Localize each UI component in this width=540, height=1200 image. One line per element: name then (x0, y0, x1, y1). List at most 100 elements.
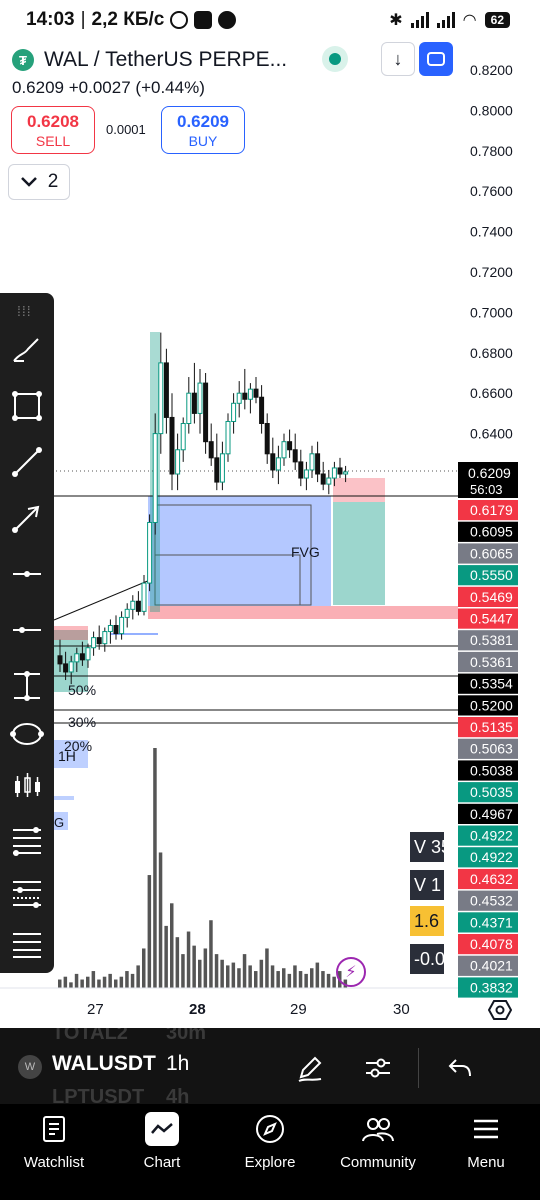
drawing-mode-button[interactable] (290, 1048, 330, 1088)
candle-body (292, 449, 298, 463)
volume-bar (97, 979, 101, 988)
price-tag-label: 0.5035 (470, 784, 513, 800)
volume-bar (226, 965, 230, 988)
last-price: 0.6209 (12, 78, 64, 97)
undo-button[interactable] (440, 1048, 480, 1088)
long-stop-zone[interactable] (333, 478, 385, 502)
sync-button[interactable] (419, 42, 453, 76)
status-separator: | (80, 9, 86, 30)
candle-body (141, 582, 147, 612)
volume-bar (265, 948, 269, 988)
nav-chart[interactable]: Chart (108, 1104, 216, 1200)
candle-body (96, 637, 102, 645)
indicators-collapse-button[interactable]: 2 (8, 164, 70, 200)
volume-bar (86, 976, 90, 988)
drag-handle-icon[interactable]: ⁞⁞⁞ (17, 303, 32, 319)
price-scale-tick: 0.6600 (470, 385, 513, 401)
candle-body (287, 441, 293, 451)
candle-body (225, 420, 231, 455)
indicators-button[interactable] (358, 1048, 398, 1088)
signal-1-icon (410, 12, 429, 28)
ellipse-tool[interactable] (5, 712, 49, 756)
nav-explore[interactable]: Explore (216, 1104, 324, 1200)
candle-body (113, 625, 119, 635)
symbol-selector[interactable]: WALUSDT (52, 1052, 156, 1076)
candle-body (309, 453, 315, 471)
volume-bar (237, 968, 241, 988)
time-scale[interactable]: 27 28 29 30 (87, 1001, 410, 1018)
price-scale[interactable]: 0.8200 0.8000 0.7800 0.7600 0.7400 0.7200 0.70… (470, 62, 513, 442)
price-tag-label: 0.6065 (470, 545, 513, 561)
candle-body (57, 655, 63, 665)
trend-line-tool[interactable] (5, 440, 49, 484)
price-tag: 0.5361 (458, 651, 518, 673)
buy-button[interactable]: 0.6209 BUY (161, 106, 245, 154)
candle-body (158, 362, 164, 435)
nav-menu[interactable]: Menu (432, 1104, 540, 1200)
nav-chart-label: Chart (143, 1154, 181, 1171)
nav-watchlist[interactable]: Watchlist (0, 1104, 108, 1200)
undo-icon (448, 1059, 471, 1077)
price-tag: 0.5200 (458, 695, 518, 716)
arrow-tool[interactable] (5, 496, 49, 540)
candle-body (264, 423, 270, 455)
chart-settings-icon[interactable] (488, 998, 512, 1022)
candle-body (152, 433, 158, 523)
nav-community[interactable]: Community (324, 1104, 432, 1200)
drawing-toolbar[interactable]: ⁞⁞⁞ (0, 293, 54, 973)
scroll-down-button[interactable]: ↓ (381, 42, 415, 76)
price-tag: 0.5354 (458, 673, 518, 694)
price-scale-tick: 0.6800 (470, 345, 513, 361)
lightning-icon[interactable]: ⚡ (336, 957, 366, 987)
pitchfork-tool[interactable] (5, 922, 49, 966)
fib-retracement-tool[interactable] (5, 818, 49, 862)
price-tag-label: 0.5469 (470, 589, 513, 605)
price-range-tool[interactable] (5, 664, 49, 708)
volume-bar (119, 976, 124, 988)
sell-button[interactable]: 0.6208 SELL (11, 106, 95, 154)
volume-bar (125, 971, 129, 988)
long-profit-zone[interactable] (333, 502, 385, 605)
demand-zone[interactable] (148, 606, 458, 619)
price-tag-label: 0.4371 (470, 914, 513, 930)
price-tag-label: 0.5447 (470, 611, 513, 627)
price-chart[interactable]: FVG 50% 30% 20% 1H G 0.82000.80000.78000… (0, 40, 540, 1040)
candles-tool[interactable] (5, 764, 49, 808)
brush-tool[interactable] (5, 328, 49, 372)
horizontal-ray-tool[interactable] (5, 552, 49, 596)
horizontal-line-icon (13, 627, 41, 633)
candle-body (203, 382, 209, 443)
candle-body (180, 423, 186, 451)
candle-body (91, 637, 97, 649)
candle-body (163, 362, 169, 418)
symbol-strip[interactable]: TOTAL2 30m W WALUSDT 1h LPTUSDT 4h (0, 1028, 540, 1104)
symbol-header[interactable]: ₮ WAL / TetherUS PERPE... (12, 46, 287, 74)
horizontal-line-tool[interactable] (5, 608, 49, 652)
volume-bar (326, 973, 331, 988)
volume-bar (175, 937, 180, 988)
candle-body (135, 600, 141, 612)
candle-body (219, 453, 225, 483)
countdown-label: 56:03 (470, 482, 503, 497)
volume-bar (276, 971, 280, 988)
symbol-title[interactable]: WAL / TetherUS PERPE... (44, 48, 287, 72)
volume-bar (259, 959, 264, 988)
candle-body (63, 663, 69, 673)
trend-line[interactable] (53, 579, 151, 621)
volume-bar (74, 973, 79, 988)
ghost-symbol-top: TOTAL2 (52, 1028, 128, 1044)
volume-bar (63, 976, 68, 988)
interval-selector[interactable]: 1h (166, 1052, 189, 1076)
price-tag: 0.5035 (458, 782, 518, 803)
bottom-navigation: Watchlist Chart Explore Community Menu (0, 1104, 540, 1200)
fib-extension-tool[interactable] (5, 870, 49, 914)
volume-bar (142, 948, 146, 988)
g-label: G (54, 815, 64, 830)
candle-body (270, 453, 276, 471)
price-tag: 0.5063 (458, 738, 518, 759)
candle-body (102, 631, 108, 645)
status-time: 14:03 (26, 9, 75, 30)
rectangle-tool[interactable] (5, 384, 49, 428)
nav-watchlist-label: Watchlist (23, 1154, 85, 1171)
market-open-indicator (322, 46, 348, 72)
